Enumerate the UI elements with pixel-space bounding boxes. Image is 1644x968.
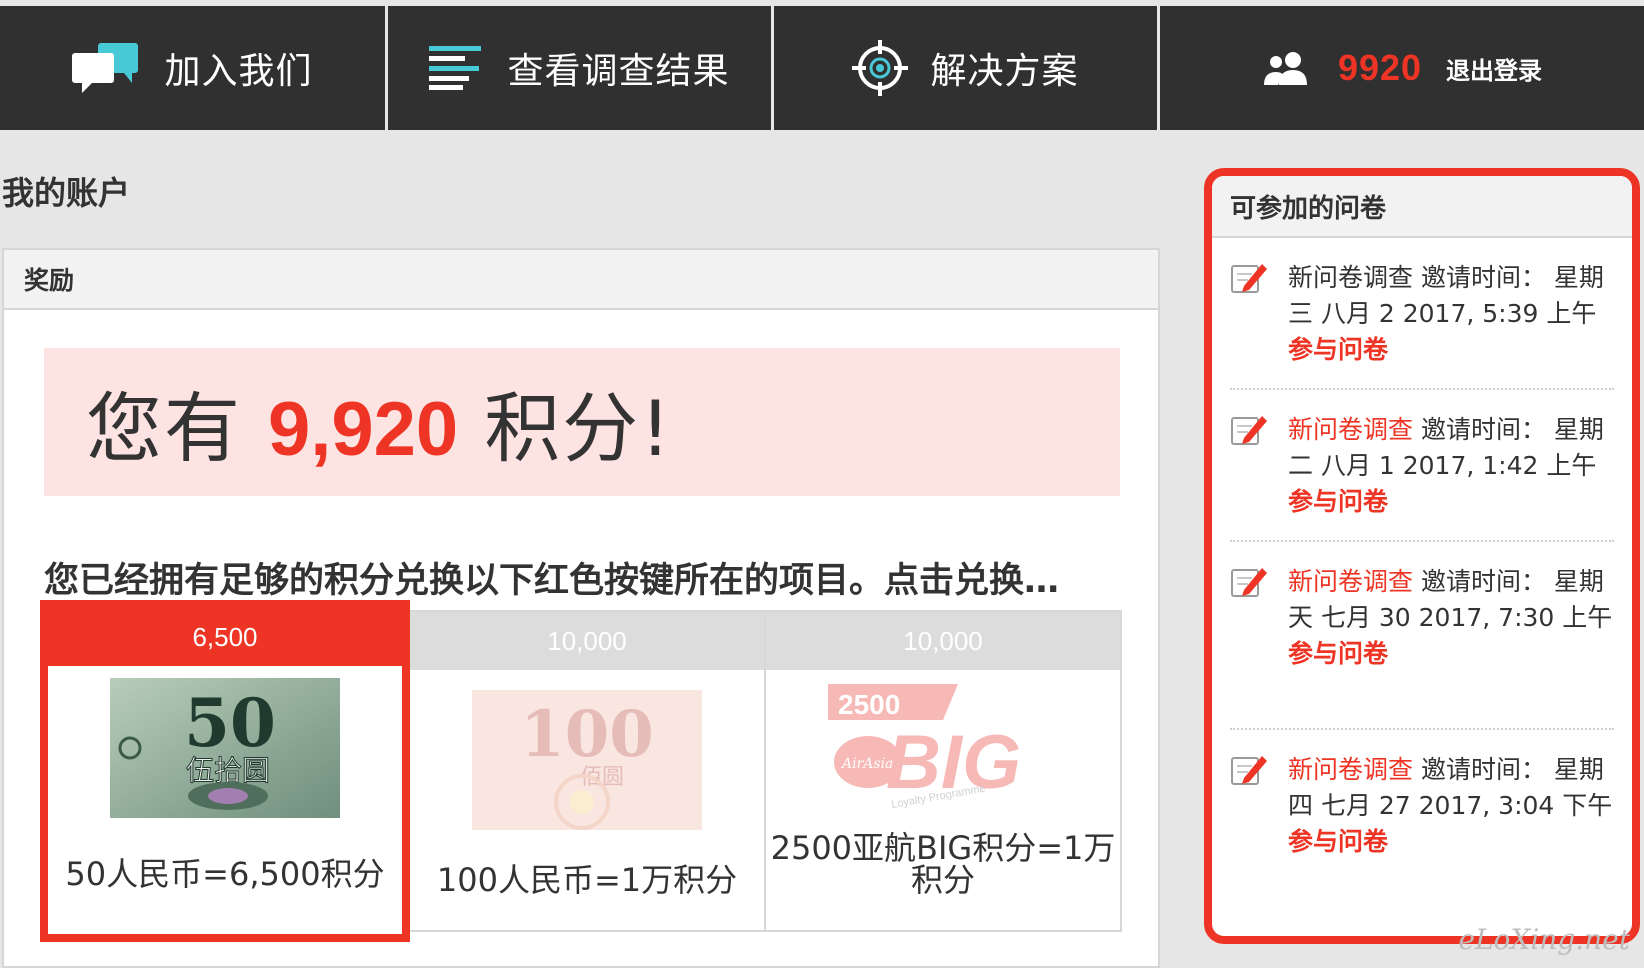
nav-join-label: 加入我们 — [164, 51, 313, 92]
banknote-50-image[interactable]: 50 伍拾圆 — [110, 678, 340, 818]
points-banner-prefix: 您有 — [86, 384, 242, 473]
edit-survey-icon — [1230, 412, 1268, 452]
take-survey-link[interactable]: 参与问卷 — [1288, 824, 1614, 860]
survey-item: 新问卷调查 邀请时间： 星期二 八月 1 2017, 1:42 上午 参与问卷 — [1230, 390, 1614, 542]
nav-solutions-label: 解决方案 — [930, 51, 1079, 92]
rewards-panel-title: 奖励 — [4, 250, 1158, 310]
nav-view-results[interactable]: 查看调查结果 — [388, 6, 774, 130]
svg-text:2500: 2500 — [838, 689, 900, 720]
reward-caption: 2500亚航BIG积分=1万积分 — [770, 829, 1116, 899]
chat-bubbles-icon — [72, 43, 142, 93]
airasia-big-logo-image[interactable]: 2500 AirAsia BIG Loyalty Programme — [828, 684, 1058, 824]
survey-info: 新问卷调查 邀请时间： 星期四 七月 27 2017, 3:04 下午 — [1288, 752, 1614, 824]
survey-info: 新问卷调查 邀请时间： 星期三 八月 2 2017, 5:39 上午 — [1288, 260, 1614, 332]
reward-caption: 50人民币=6,500积分 — [65, 855, 385, 893]
edit-survey-icon — [1230, 564, 1268, 604]
reward-card-airasia-big[interactable]: 10,000 2500 AirAsia BIG Loyalty Programm… — [766, 612, 1120, 930]
survey-panel-title: 可参加的问卷 — [1212, 176, 1632, 238]
survey-item: 新问卷调查 邀请时间： 星期三 八月 2 2017, 5:39 上午 参与问卷 — [1230, 238, 1614, 390]
reward-card-50-yuan[interactable]: 6,500 50 伍拾圆 50人民币=6,500积分 — [40, 600, 410, 942]
rewards-panel: 奖励 您有 9,920 积分! 您已经拥有足够的积分兑换以下红色按键所在的项目。点击… — [2, 248, 1160, 968]
page-title: 我的账户 — [2, 174, 131, 212]
survey-title-link[interactable]: 新问卷调查 — [1288, 567, 1413, 596]
nav-user-account: 9920 退出登录 — [1160, 6, 1644, 130]
nav-solutions[interactable]: 解决方案 — [774, 6, 1160, 130]
exchange-note: 您已经拥有足够的积分兑换以下红色按键所在的项目。点击兑换… — [44, 561, 1060, 601]
edit-survey-icon — [1230, 260, 1268, 300]
svg-text:50: 50 — [184, 684, 276, 762]
edit-survey-icon — [1230, 752, 1268, 792]
nav-join-us[interactable]: 加入我们 — [0, 6, 388, 130]
nav-results-label: 查看调查结果 — [507, 51, 730, 92]
reward-grid: 6,500 50 伍拾圆 50人民币=6,500积分 10,000 100 佰圆… — [40, 600, 1122, 942]
survey-title: 新问卷调查 — [1288, 263, 1414, 292]
svg-text:100: 100 — [520, 697, 654, 772]
reward-price: 10,000 — [410, 612, 764, 670]
points-banner-suffix: 积分! — [484, 384, 673, 473]
reward-price: 10,000 — [766, 612, 1120, 670]
survey-title-link[interactable]: 新问卷调查 — [1288, 415, 1413, 444]
reward-caption: 100人民币=1万积分 — [436, 861, 738, 899]
survey-title-link[interactable]: 新问卷调查 — [1288, 755, 1413, 784]
points-banner-text: 您有 9,920 积分! — [86, 367, 673, 477]
take-survey-link[interactable]: 参与问卷 — [1288, 484, 1614, 520]
reward-price[interactable]: 6,500 — [48, 608, 402, 666]
survey-item: 新问卷调查 邀请时间： 星期四 七月 27 2017, 3:04 下午 参与问卷 — [1230, 730, 1614, 918]
points-balance: 9,920 — [268, 387, 459, 472]
take-survey-link[interactable]: 参与问卷 — [1288, 332, 1614, 368]
target-crosshair-icon — [852, 40, 909, 96]
survey-item: 新问卷调查 邀请时间： 星期天 七月 30 2017, 7:30 上午 参与问卷 — [1230, 542, 1614, 730]
take-survey-link[interactable]: 参与问卷 — [1288, 636, 1614, 672]
watermark: eLoXing.net — [1458, 923, 1630, 956]
logout-link[interactable]: 退出登录 — [1446, 51, 1542, 86]
points-banner: 您有 9,920 积分! — [44, 348, 1120, 496]
survey-panel: 可参加的问卷 新问卷调查 邀请时间： 星期三 八月 2 2017, 5:39 上… — [1204, 168, 1640, 944]
banknote-100-image[interactable]: 100 佰圆 — [472, 690, 702, 830]
bar-list-icon — [429, 46, 485, 90]
users-icon[interactable] — [1262, 51, 1312, 85]
top-nav: 加入我们 查看调查结果 解决方案 9920 退出登录 — [0, 6, 1644, 130]
reward-card-100-yuan[interactable]: 10,000 100 佰圆 100人民币=1万积分 — [410, 612, 766, 930]
user-points-count[interactable]: 9920 — [1338, 47, 1422, 89]
survey-info: 新问卷调查 邀请时间： 星期二 八月 1 2017, 1:42 上午 — [1288, 412, 1614, 484]
survey-info: 新问卷调查 邀请时间： 星期天 七月 30 2017, 7:30 上午 — [1288, 564, 1614, 636]
